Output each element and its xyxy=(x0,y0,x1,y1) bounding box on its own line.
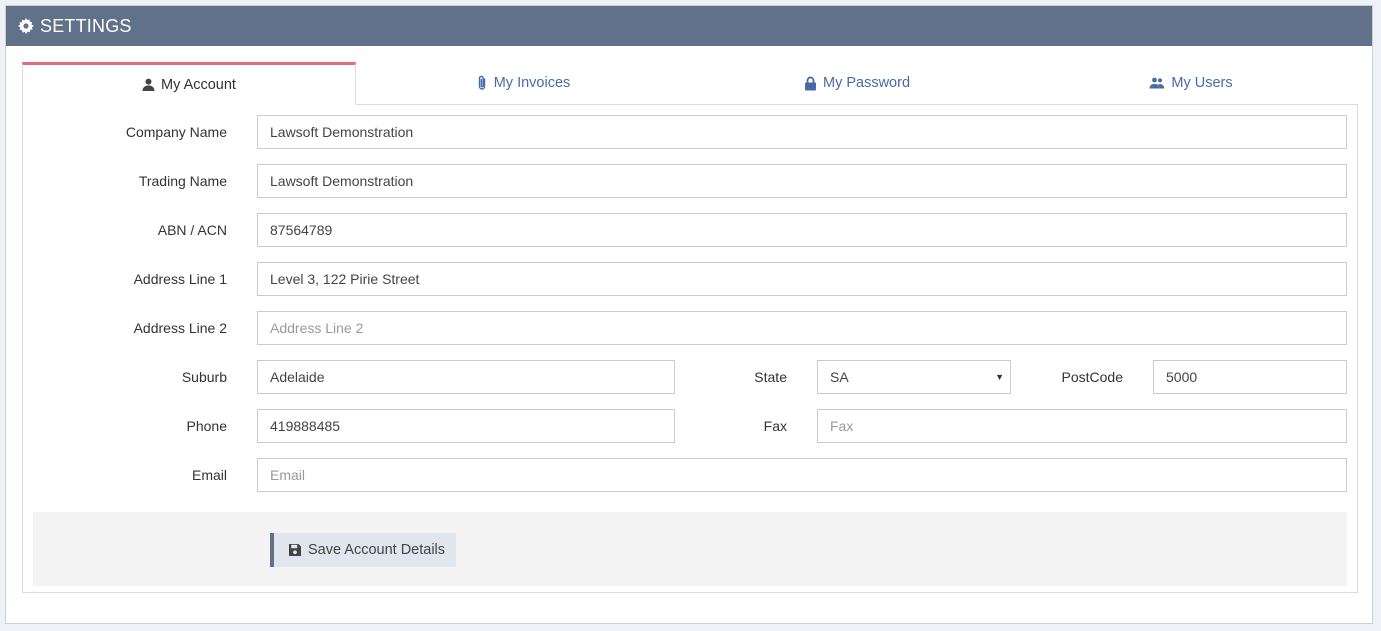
users-icon xyxy=(1149,77,1165,89)
address-line-2-input[interactable]: Address Line 2 xyxy=(257,311,1347,345)
settings-panel: SETTINGS My Account My Invoices My Passw… xyxy=(5,5,1373,624)
form-actions: Save Account Details xyxy=(33,512,1347,586)
company-name-input[interactable]: Lawsoft Demonstration xyxy=(257,115,1347,149)
save-button-label: Save Account Details xyxy=(308,542,446,558)
tab-label: My Invoices xyxy=(493,75,571,91)
email-label: Email xyxy=(191,467,227,483)
email-input[interactable]: Email xyxy=(257,458,1347,492)
save-account-details-button[interactable]: Save Account Details xyxy=(270,533,456,567)
panel-header: SETTINGS xyxy=(6,6,1372,46)
trading-name-input[interactable]: Lawsoft Demonstration xyxy=(257,164,1347,198)
company-name-label: Company Name xyxy=(125,124,227,140)
suburb-input[interactable]: Adelaide xyxy=(257,360,675,394)
trading-name-label: Trading Name xyxy=(138,173,227,189)
tab-label: My Password xyxy=(822,75,911,91)
floppy-disk-icon xyxy=(289,544,301,556)
chevron-down-icon: ▼ xyxy=(995,372,1004,382)
tab-my-password[interactable]: My Password xyxy=(690,62,1024,105)
tab-my-users[interactable]: My Users xyxy=(1024,62,1358,105)
fax-input[interactable]: Fax xyxy=(817,409,1347,443)
address-line-1-input[interactable]: Level 3, 122 Pirie Street xyxy=(257,262,1347,296)
gear-icon xyxy=(18,18,34,34)
tab-label: My Users xyxy=(1171,75,1233,91)
address-line-2-label: Address Line 2 xyxy=(133,320,227,336)
state-selected-value: SA xyxy=(830,369,849,385)
tab-my-account[interactable]: My Account xyxy=(22,62,356,105)
page-title: SETTINGS xyxy=(40,15,132,36)
lock-icon xyxy=(804,76,816,90)
state-select[interactable]: SA ▼ xyxy=(817,360,1011,394)
settings-tabs: My Account My Invoices My Password My Us… xyxy=(22,62,1358,105)
tab-label: My Account xyxy=(161,76,236,93)
postcode-label: PostCode xyxy=(1061,369,1123,385)
tab-my-invoices[interactable]: My Invoices xyxy=(356,62,690,105)
abn-acn-input[interactable]: 87564789 xyxy=(257,213,1347,247)
abn-acn-label: ABN / ACN xyxy=(157,222,227,238)
suburb-label: Suburb xyxy=(181,369,227,385)
user-icon xyxy=(142,78,155,91)
postcode-input[interactable]: 5000 xyxy=(1153,360,1347,394)
state-label: State xyxy=(754,369,787,385)
address-line-1-label: Address Line 1 xyxy=(133,271,227,287)
paperclip-icon xyxy=(478,75,485,90)
phone-label: Phone xyxy=(186,418,227,434)
phone-input[interactable]: 419888485 xyxy=(257,409,675,443)
my-account-form: Company Name Lawsoft Demonstration Tradi… xyxy=(22,104,1358,593)
fax-label: Fax xyxy=(763,418,787,434)
